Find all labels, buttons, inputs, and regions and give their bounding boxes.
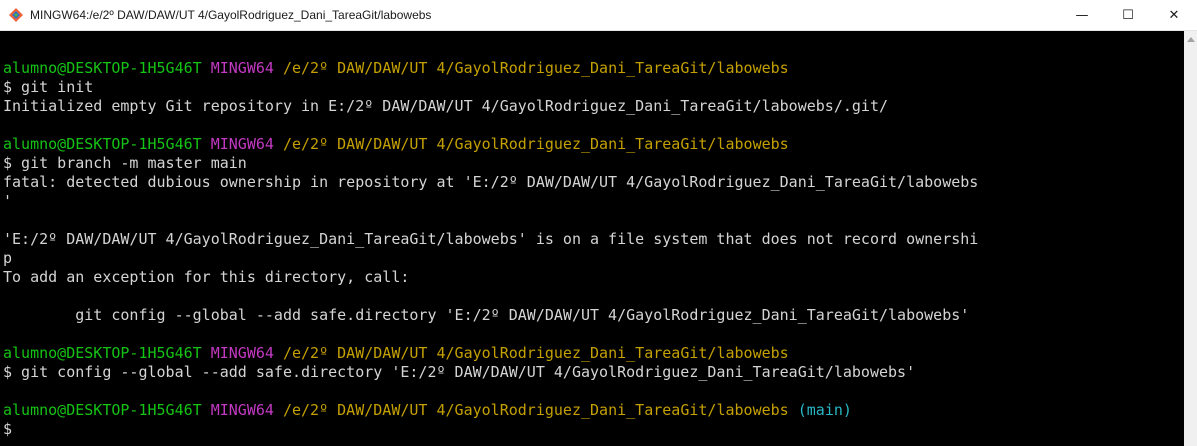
output-line: ' [3,192,13,210]
minimize-button[interactable]: — [1059,0,1105,31]
scroll-up-arrow-icon[interactable] [1187,37,1195,42]
prompt-user: alumno@DESKTOP-1H5G46T [3,344,202,362]
output-line: Initialized empty Git repository in E:/2… [3,97,889,115]
prompt-shell: MINGW64 [210,135,274,153]
output-line: To add an exception for this directory, … [3,268,410,286]
prompt-branch: (main) [797,401,852,419]
prompt-shell: MINGW64 [210,344,274,362]
terminal-output[interactable]: alumno@DESKTOP-1H5G46T MINGW64 /e/2º DAW… [0,31,1184,446]
title-bar[interactable]: MINGW64:/e/2º DAW/DAW/UT 4/GayolRodrigue… [0,0,1197,31]
prompt-line: alumno@DESKTOP-1H5G46T MINGW64 /e/2º DAW… [3,344,1184,363]
prompt-user: alumno@DESKTOP-1H5G46T [3,59,202,77]
scrollbar[interactable] [1184,31,1197,446]
prompt-path: /e/2º DAW/DAW/UT 4/GayolRodriguez_Dani_T… [282,135,789,153]
maximize-button[interactable]: ☐ [1105,0,1151,31]
prompt-line: alumno@DESKTOP-1H5G46T MINGW64 /e/2º DAW… [3,135,1184,154]
prompt-line: alumno@DESKTOP-1H5G46T MINGW64 /e/2º DAW… [3,59,1184,78]
git-bash-icon [8,7,24,23]
prompt-user: alumno@DESKTOP-1H5G46T [3,401,202,419]
output-line: fatal: detected dubious ownership in rep… [3,173,979,191]
command-line: $ git branch -m master main [3,154,247,172]
prompt-path: /e/2º DAW/DAW/UT 4/GayolRodriguez_Dani_T… [282,59,789,77]
output-line: git config --global --add safe.directory… [3,306,970,324]
terminal-window: MINGW64:/e/2º DAW/DAW/UT 4/GayolRodrigue… [0,0,1197,446]
prompt-line: alumno@DESKTOP-1H5G46T MINGW64 /e/2º DAW… [3,401,1184,420]
window-controls: — ☐ ✕ [1059,0,1197,31]
prompt-path: /e/2º DAW/DAW/UT 4/GayolRodriguez_Dani_T… [282,344,789,362]
window-title: MINGW64:/e/2º DAW/DAW/UT 4/GayolRodrigue… [30,8,432,22]
output-line: p [3,249,13,267]
close-button[interactable]: ✕ [1151,0,1197,31]
command-prompt-cursor[interactable]: $ [3,420,1184,439]
prompt-path: /e/2º DAW/DAW/UT 4/GayolRodriguez_Dani_T… [282,401,789,419]
prompt-shell: MINGW64 [210,59,274,77]
command-line: $ git config --global --add safe.directo… [3,363,916,381]
prompt-user: alumno@DESKTOP-1H5G46T [3,135,202,153]
output-line: 'E:/2º DAW/DAW/UT 4/GayolRodriguez_Dani_… [3,230,979,248]
prompt-shell: MINGW64 [210,401,274,419]
command-line: $ git init [3,78,94,96]
